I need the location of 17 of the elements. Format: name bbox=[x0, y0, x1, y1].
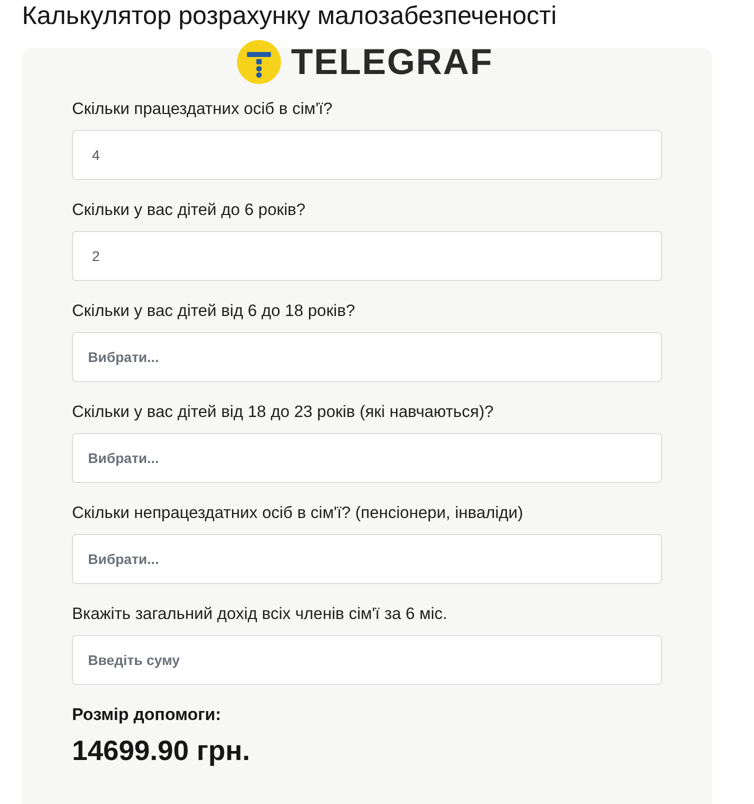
result-amount: 14699.90 грн. bbox=[72, 734, 250, 768]
input-field[interactable]: 2 bbox=[72, 231, 662, 281]
field-label: Скільки у вас дітей від 18 до 23 років (які навчаються)? bbox=[72, 402, 494, 423]
page-title: Калькулятор розрахунку малозабезпеченості bbox=[22, 1, 558, 31]
input-field[interactable]: 4 bbox=[72, 130, 662, 180]
field-label: Скільки працездатних осіб в сім'ї? bbox=[72, 99, 332, 120]
result-label: Розмір допомоги: bbox=[72, 704, 222, 726]
field-label: Скільки непрацездатних осіб в сім'ї? (пенсіонери, інваліди) bbox=[72, 503, 524, 524]
field-label: Вкажіть загальний дохід всіх членів сім'ї за 6 міс. bbox=[72, 604, 448, 625]
field-label: Скільки у вас дітей до 6 років? bbox=[72, 200, 306, 221]
logo-text: TELEGRAF bbox=[291, 42, 493, 82]
input-field[interactable]: Вибрати... bbox=[72, 433, 662, 483]
input-field[interactable]: Вибрати... bbox=[72, 534, 662, 584]
logo-icon bbox=[237, 40, 281, 84]
input-field[interactable]: Введіть суму bbox=[72, 635, 662, 685]
input-field[interactable]: Вибрати... bbox=[72, 332, 662, 382]
field-label: Скільки у вас дітей від 6 до 18 років? bbox=[72, 301, 356, 322]
